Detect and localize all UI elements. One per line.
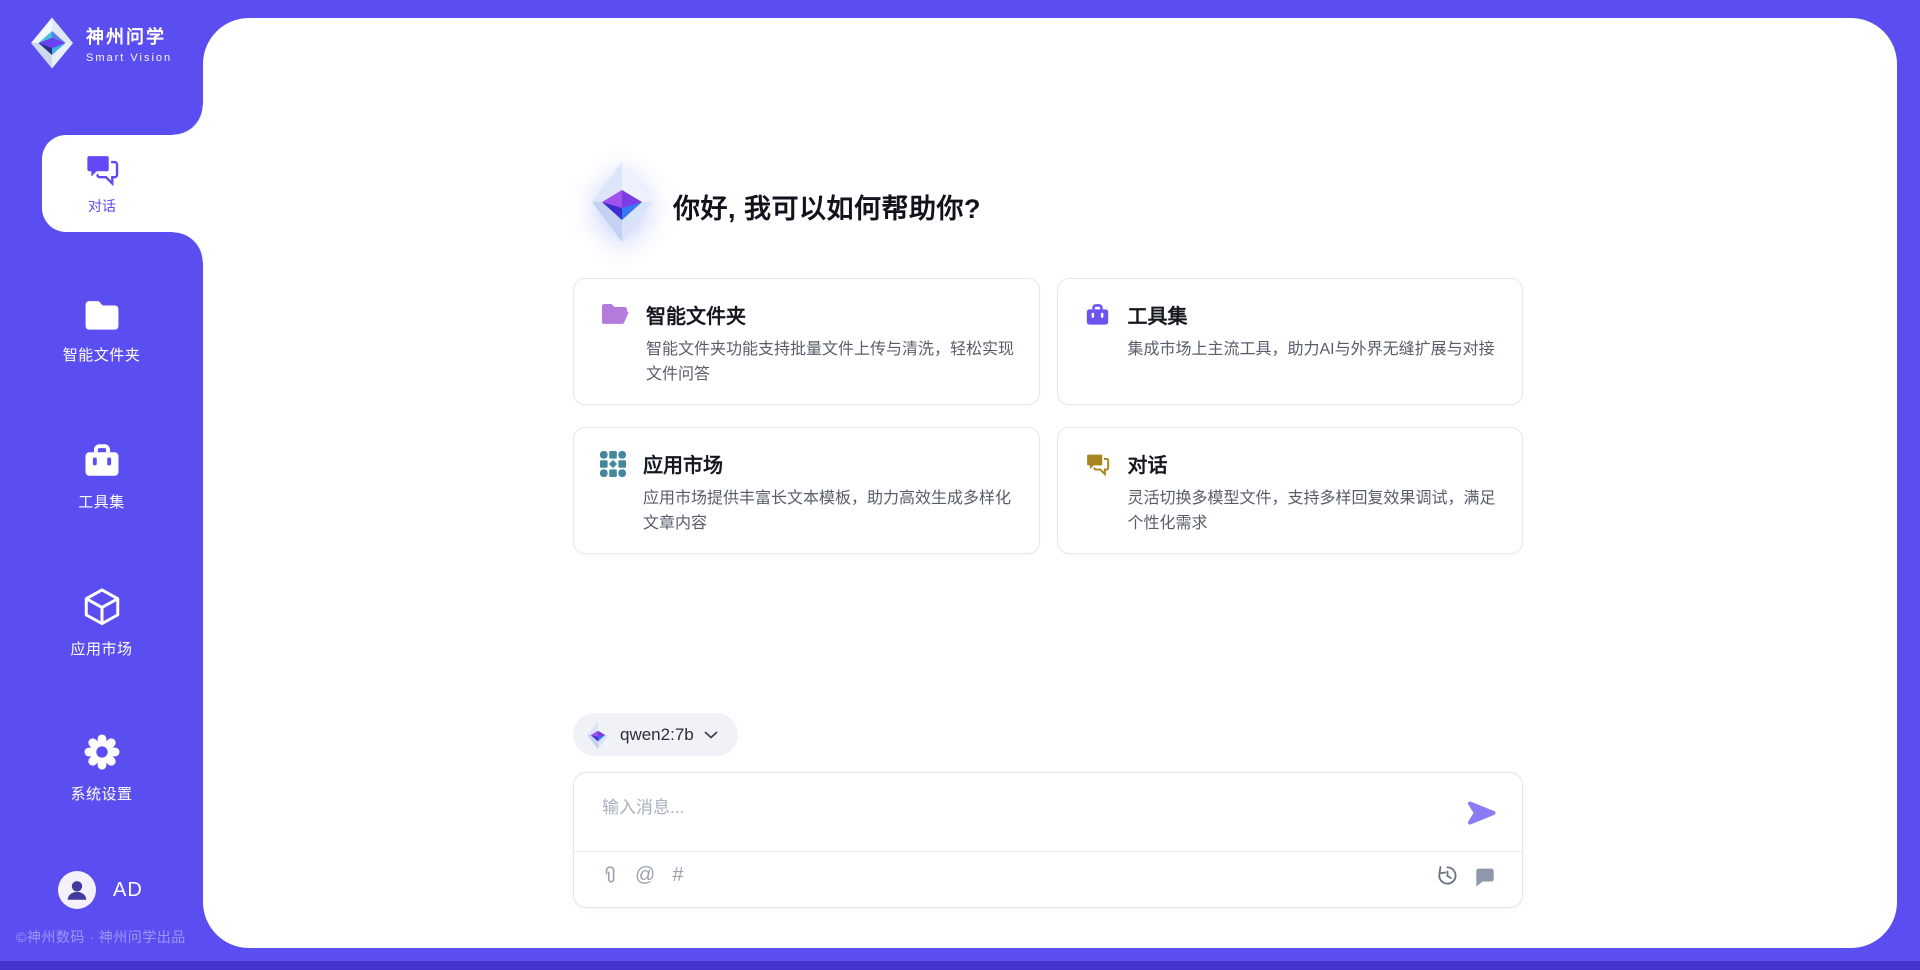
toolbox-icon <box>81 441 123 481</box>
greeting-title: 你好, 我可以如何帮助你? <box>673 187 981 226</box>
card-title: 应用市场 <box>643 449 1017 478</box>
card-description: 应用市场提供丰富长文本模板，助力高效生成多样化文章内容 <box>643 486 1017 536</box>
sidebar-item-label: 对话 <box>88 196 116 216</box>
brand-diamond-icon <box>28 16 76 70</box>
sidebar-item-label: 应用市场 <box>70 638 132 659</box>
tab-fillet-top <box>173 105 203 135</box>
folder-icon <box>81 296 123 334</box>
app-grid-icon <box>600 451 626 477</box>
brand-logo: 神州问学 Smart Vision <box>28 16 172 70</box>
chat-icon <box>83 151 121 189</box>
chat-bubble-icon <box>1084 451 1111 478</box>
brand-name: 神州问学 <box>86 23 172 49</box>
card-description: 智能文件夹功能支持批量文件上传与清洗，轻松实现文件问答 <box>646 337 1017 387</box>
sidebar-item-label: 智能文件夹 <box>63 344 141 365</box>
history-icon[interactable] <box>1436 864 1459 887</box>
model-selector[interactable]: qwen2:7b <box>573 713 738 756</box>
model-diamond-icon <box>586 720 610 750</box>
bottom-edge-strip <box>0 961 1920 970</box>
sidebar-item-smart-folder[interactable]: 智能文件夹 <box>0 296 203 365</box>
sidebar-item-app-market[interactable]: 应用市场 <box>0 586 203 659</box>
message-composer: @ # <box>573 772 1523 908</box>
gear-icon <box>81 731 123 773</box>
feature-cards: 智能文件夹 智能文件夹功能支持批量文件上传与清洗，轻松实现文件问答 工具集 集成… <box>573 278 1523 554</box>
message-input[interactable] <box>602 793 1402 843</box>
hashtag-icon[interactable]: # <box>672 864 683 886</box>
tab-fillet-bottom <box>173 232 203 262</box>
model-name: qwen2:7b <box>620 725 694 745</box>
cube-icon <box>81 586 123 628</box>
card-description: 集成市场上主流工具，助力AI与外界无缝扩展与对接 <box>1128 337 1495 362</box>
attachment-icon[interactable] <box>601 863 618 887</box>
card-app-market[interactable]: 应用市场 应用市场提供丰富长文本模板，助力高效生成多样化文章内容 <box>573 427 1040 554</box>
greeting-diamond-icon <box>590 160 654 244</box>
sidebar-footer-text: ©神州数码 · 神州问学出品 <box>16 927 186 947</box>
sidebar-item-chat[interactable]: 对话 <box>42 135 203 232</box>
sidebar-item-toolbox[interactable]: 工具集 <box>0 441 203 512</box>
card-title: 对话 <box>1128 449 1501 478</box>
toolbox-icon <box>1084 302 1111 328</box>
sidebar-item-label: 工具集 <box>78 491 125 512</box>
person-icon <box>64 877 90 903</box>
card-chat[interactable]: 对话 灵活切换多模型文件，支持多样回复效果调试，满足个性化需求 <box>1057 427 1524 554</box>
card-toolbox[interactable]: 工具集 集成市场上主流工具，助力AI与外界无缝扩展与对接 <box>1057 278 1524 405</box>
card-description: 灵活切换多模型文件，支持多样回复效果调试，满足个性化需求 <box>1128 486 1501 536</box>
brand-subtitle: Smart Vision <box>86 52 172 64</box>
folder-open-icon <box>600 302 629 327</box>
mention-icon[interactable]: @ <box>635 864 655 886</box>
chevron-down-icon <box>704 731 718 739</box>
composer-divider <box>574 851 1522 852</box>
feedback-bubble-icon[interactable] <box>1474 865 1496 887</box>
card-title: 智能文件夹 <box>646 300 1017 329</box>
avatar <box>58 871 96 909</box>
sidebar-item-settings[interactable]: 系统设置 <box>0 731 203 804</box>
user-account[interactable]: AD <box>58 871 143 909</box>
sidebar-item-label: 系统设置 <box>70 783 132 804</box>
send-icon[interactable] <box>1467 800 1497 826</box>
card-title: 工具集 <box>1128 300 1495 329</box>
user-initials: AD <box>113 879 143 902</box>
card-smart-folder[interactable]: 智能文件夹 智能文件夹功能支持批量文件上传与清洗，轻松实现文件问答 <box>573 278 1040 405</box>
